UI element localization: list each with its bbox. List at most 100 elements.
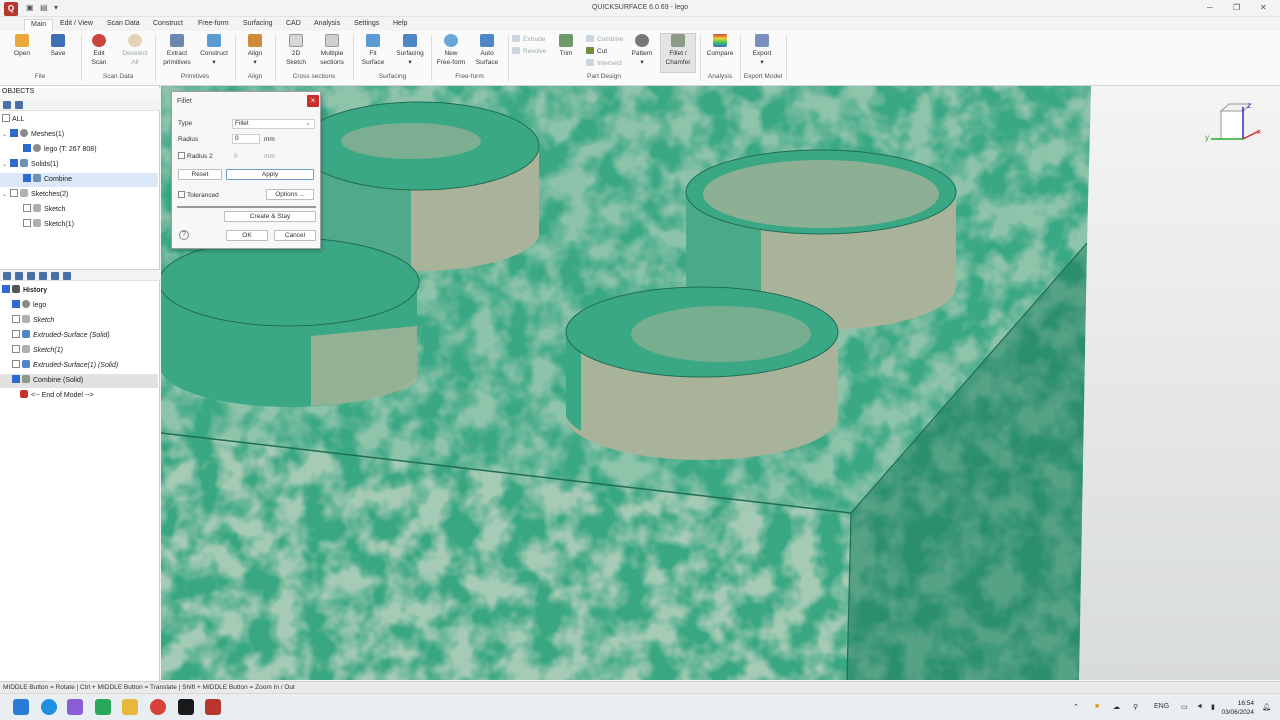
ok-button[interactable]: OK	[226, 230, 268, 241]
pattern-button[interactable]: Pattern ▾	[626, 34, 658, 67]
restore-icon[interactable]: ❐	[1233, 3, 1240, 12]
surfacing-button[interactable]: Surfacing ▾	[392, 34, 428, 67]
tree-item-lego-mesh[interactable]: lego (T: 267 808)	[23, 143, 97, 157]
intersect-button[interactable]: Intersect	[586, 59, 622, 67]
notification-app-icon[interactable]: ■	[1095, 703, 1099, 710]
checkbox-icon[interactable]	[10, 129, 18, 137]
checkbox-icon[interactable]	[2, 114, 10, 122]
construct-button[interactable]: Construct ▾	[197, 34, 231, 67]
new-freeform-button[interactable]: New Free-form	[434, 34, 468, 67]
language-indicator[interactable]: ENG	[1154, 703, 1169, 710]
checkbox-icon[interactable]	[12, 360, 20, 368]
open-button[interactable]: Open	[8, 34, 36, 58]
auto-surface-button[interactable]: Auto Surface	[472, 34, 502, 67]
file-explorer-icon[interactable]	[122, 699, 138, 715]
monitor-icon[interactable]: ▭	[1181, 703, 1188, 711]
export-button[interactable]: Export ▾	[746, 34, 778, 67]
options-button[interactable]: Options ...	[266, 189, 314, 200]
chrome-icon[interactable]	[150, 699, 166, 715]
radius-input[interactable]: 0	[232, 134, 260, 144]
terminal-icon[interactable]	[178, 699, 194, 715]
bell-icon[interactable]: 🔔︎	[1262, 703, 1271, 711]
checkbox-icon[interactable]	[12, 375, 20, 383]
radius2-input[interactable]: 0	[234, 153, 238, 160]
checkbox-icon[interactable]	[10, 189, 18, 197]
save-button[interactable]: Save	[44, 34, 72, 58]
tab-settings[interactable]: Settings	[348, 19, 385, 31]
checkbox-icon[interactable]	[12, 345, 20, 353]
chevron-down-icon[interactable]: ⌄	[2, 128, 10, 142]
checkbox-icon[interactable]	[23, 204, 31, 212]
step-forward-icon[interactable]	[27, 272, 35, 280]
checkbox-icon[interactable]	[12, 330, 20, 338]
battery-icon[interactable]: ▮	[1211, 703, 1215, 711]
filter-icon[interactable]	[39, 272, 47, 280]
meet-icon[interactable]	[95, 699, 111, 715]
tab-construct[interactable]: Construct	[147, 19, 189, 31]
align-button[interactable]: Align ▾	[240, 34, 270, 67]
cloud-icon[interactable]: ☁	[1113, 703, 1120, 711]
minimize-icon[interactable]: ─	[1207, 3, 1213, 12]
tree-item-combine[interactable]: Combine	[0, 173, 158, 187]
create-and-stay-button[interactable]: Create & Stay	[224, 211, 316, 222]
tab-free-form[interactable]: Free-form	[192, 19, 235, 31]
tab-help[interactable]: Help	[387, 19, 413, 31]
cancel-button[interactable]: Cancel	[274, 230, 316, 241]
checkbox-icon[interactable]	[23, 219, 31, 227]
lego-brick-model[interactable]: z y x	[161, 86, 1280, 680]
history-collapse-icon[interactable]	[15, 272, 23, 280]
checkbox-icon[interactable]	[10, 159, 18, 167]
fillet-chamfer-button[interactable]: Fillet / Chamfer	[660, 33, 696, 73]
tree-item-sketch-1[interactable]: Sketch(1)	[23, 218, 74, 232]
type-select[interactable]: Fillet ⌄	[232, 119, 315, 129]
edit-scan-button[interactable]: Edit Scan	[85, 34, 113, 67]
history-item-lego[interactable]: lego	[12, 299, 46, 313]
checkbox-icon[interactable]	[23, 144, 31, 152]
chevron-up-icon[interactable]: ⌃	[1073, 703, 1079, 711]
filter-icon[interactable]	[15, 101, 23, 109]
apply-button[interactable]: Apply	[226, 169, 314, 180]
cut-button[interactable]: Cut	[586, 47, 607, 55]
view-cube[interactable]	[1211, 103, 1260, 140]
close-window-icon[interactable]: ✕	[1260, 3, 1267, 12]
revolve-button[interactable]: Revolve	[512, 47, 546, 55]
checkbox-icon[interactable]	[12, 300, 20, 308]
multiple-sections-button[interactable]: Multiple sections	[315, 34, 349, 67]
reset-button[interactable]: Reset	[178, 169, 222, 180]
history-item-sketch[interactable]: Sketch	[12, 314, 54, 328]
tree-item-solids[interactable]: ⌄ Solids(1)	[2, 158, 59, 172]
help-icon[interactable]: ?	[179, 230, 189, 240]
tab-cad[interactable]: CAD	[280, 19, 307, 31]
tab-main[interactable]: Main	[24, 19, 54, 31]
history-end-of-model[interactable]: <-- End of Model -->	[20, 389, 94, 403]
tree-item-all[interactable]: ALL	[2, 113, 24, 127]
radius2-checkbox[interactable]	[178, 152, 185, 159]
tree-item-sketches[interactable]: ⌄ Sketches(2)	[2, 188, 68, 202]
extract-primitives-button[interactable]: Extract primitives	[159, 34, 195, 67]
speaker-icon[interactable]: ◄	[1196, 703, 1203, 710]
3d-viewport[interactable]: z y x	[161, 86, 1280, 680]
quicksurface-taskbar-icon[interactable]	[205, 699, 221, 715]
close-icon[interactable]: ×	[307, 95, 319, 107]
tree-item-meshes[interactable]: ⌄ Meshes(1)	[2, 128, 64, 142]
2d-sketch-button[interactable]: 2D Sketch	[281, 34, 311, 67]
system-clock[interactable]: 16:54 03/06/2024	[1221, 699, 1254, 717]
history-list-icon[interactable]	[3, 272, 11, 280]
extrude-button[interactable]: Extrude	[512, 35, 545, 43]
windows-start-icon[interactable]	[13, 699, 29, 715]
fast-forward-icon[interactable]	[63, 272, 71, 280]
trim-button[interactable]: Trim	[553, 34, 579, 58]
checkbox-icon[interactable]	[23, 174, 31, 182]
tab-surfacing[interactable]: Surfacing	[237, 19, 279, 31]
chevron-down-icon[interactable]: ⌄	[2, 188, 10, 202]
tree-item-sketch[interactable]: Sketch	[23, 203, 65, 217]
tab-scan-data[interactable]: Scan Data	[101, 19, 146, 31]
outlook-icon[interactable]	[41, 699, 57, 715]
rewind-icon[interactable]	[51, 272, 59, 280]
history-item-extruded-surface-1[interactable]: Extruded-Surface(1) (Solid)	[12, 359, 118, 373]
chevron-down-icon[interactable]: ⌄	[2, 158, 10, 172]
fit-surface-button[interactable]: Fit Surface	[359, 34, 387, 67]
checkbox-icon[interactable]	[12, 315, 20, 323]
history-item-sketch-1[interactable]: Sketch(1)	[12, 344, 63, 358]
expand-icon[interactable]	[3, 101, 11, 109]
